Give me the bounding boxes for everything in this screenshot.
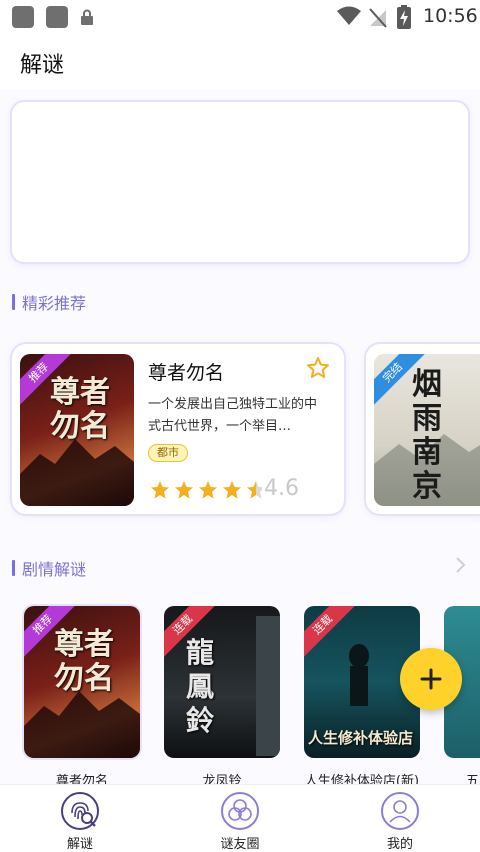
nav-label: 解谜 [66, 837, 93, 852]
banner-carousel[interactable] [12, 102, 468, 262]
add-button[interactable] [400, 648, 462, 710]
featured-card[interactable]: 尊者勿名 推荐 尊者勿名 一个发展出自己独特工业的中式古代世界，一个举目… 都市… [12, 344, 344, 514]
genre-tag: 都市 [148, 444, 188, 462]
cover-title: 龍鳳鈴 [186, 636, 220, 738]
wifi-icon [337, 6, 361, 25]
star-half-icon [247, 481, 262, 499]
cover-title-text: 烟雨南京 [412, 367, 442, 504]
plus-icon [420, 668, 442, 690]
chevron-right-icon[interactable] [454, 556, 466, 574]
notification-icon [12, 6, 34, 28]
cover-title: 尊者勿名 [50, 376, 110, 444]
star-icon [223, 481, 241, 499]
nav-item-circle[interactable]: 谜友圈 [160, 785, 320, 852]
book-cover: 烟雨南京 完结 [374, 354, 480, 506]
user-icon [381, 792, 419, 830]
nav-label: 我的 [386, 837, 413, 852]
circles-icon [221, 792, 259, 830]
star-icon [175, 481, 193, 499]
cover-title: 烟雨南京 [412, 368, 452, 504]
section-title: 剧情解谜 [22, 560, 87, 579]
app-header: 解谜 [0, 34, 480, 90]
section-accent-bar [12, 294, 15, 310]
cover-title: 尊者勿名 [54, 628, 114, 696]
book-title: 尊者勿名 [148, 362, 225, 384]
rating-stars [151, 481, 262, 499]
nav-item-profile[interactable]: 我的 [320, 785, 480, 852]
featured-card[interactable]: 烟雨南京 完结 [366, 344, 480, 514]
cover-title-text: 尊者勿名 [50, 375, 110, 444]
clock: 10:56 [423, 5, 478, 27]
book-description: 一个发展出自己独特工业的中式古代世界，一个举目… [148, 397, 318, 434]
fingerprint-search-icon [61, 792, 99, 830]
no-signal-icon [369, 8, 387, 28]
section-title: 精彩推荐 [22, 294, 87, 313]
notification-icon [46, 6, 68, 28]
favorite-star-icon[interactable] [306, 356, 330, 380]
lock-icon [81, 9, 93, 25]
status-bar: 10:56 [0, 0, 480, 34]
nav-item-puzzle[interactable]: 解谜 [0, 785, 160, 852]
cover-title-text: 龍鳳鈴 [186, 636, 215, 737]
page-title: 解谜 [20, 53, 65, 78]
book-card[interactable]: 尊者勿名 推荐 [24, 606, 140, 758]
star-icon [199, 481, 217, 499]
star-icon [151, 481, 169, 499]
nav-label: 谜友圈 [220, 837, 260, 852]
rating-score: 4.6 [264, 476, 299, 501]
cover-title-text: 尊者勿名 [54, 627, 114, 696]
cover-title-text: 人生修补体验店 [308, 729, 414, 747]
book-cover: 尊者勿名 推荐 [20, 354, 134, 506]
bottom-nav: 解谜 谜友圈 我的 [0, 784, 480, 852]
book-card[interactable]: 龍鳳鈴 连载 [164, 606, 280, 758]
cover-title: 人生修补体验店 [308, 728, 420, 748]
battery-charging-icon [397, 5, 411, 29]
section-accent-bar [12, 560, 15, 576]
